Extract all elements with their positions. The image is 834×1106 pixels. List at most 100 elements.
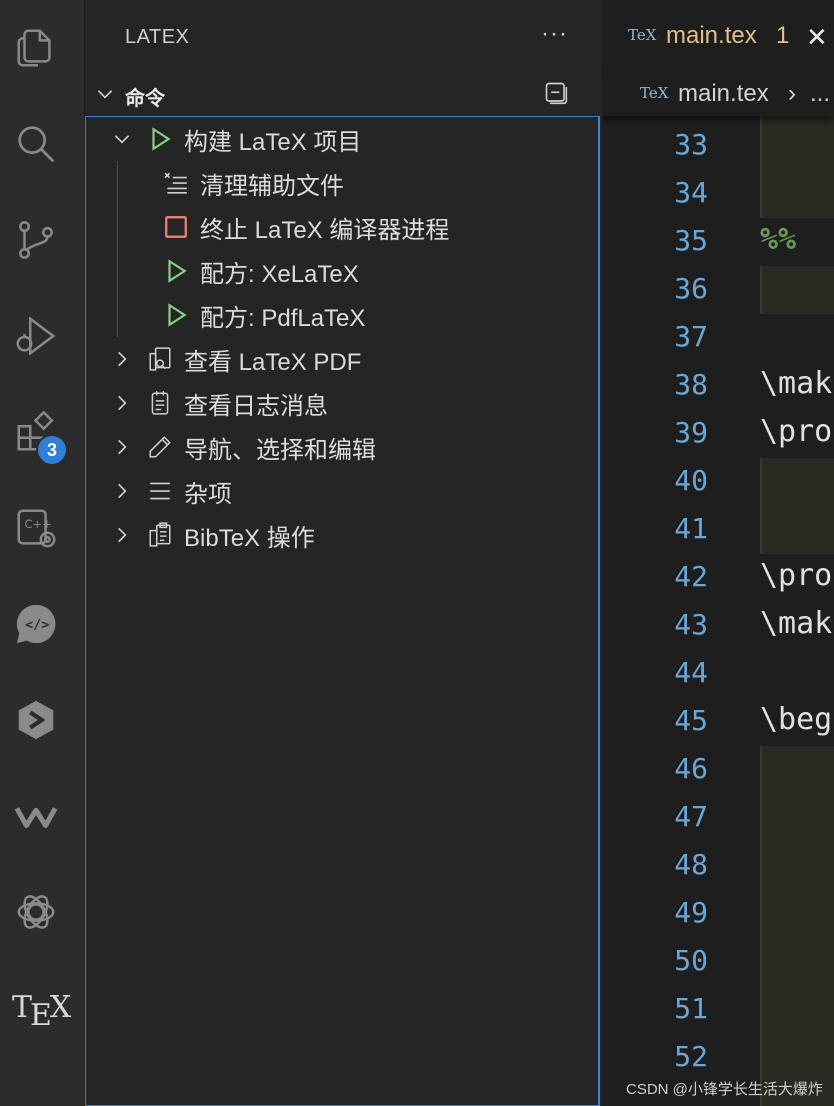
chevron-right-icon: ›	[788, 80, 796, 107]
tree-item-view-pdf[interactable]: 查看 LaTeX PDF	[110, 337, 361, 381]
line-number: 44	[674, 656, 708, 689]
line-number: 39	[674, 416, 708, 449]
tree-item-label: 配方: PdfLaTeX	[200, 304, 366, 332]
watermark: CSDN @小锋学长生活大爆炸	[626, 1081, 823, 1098]
code-line-42[interactable]: \pro	[760, 558, 832, 593]
tree-item-label: 查看日志消息	[184, 392, 328, 420]
line-number: 37	[674, 320, 708, 353]
chevron-down-icon	[110, 127, 134, 151]
run-debug-icon[interactable]	[10, 310, 62, 362]
explorer-icon[interactable]	[10, 22, 62, 74]
line-number: 48	[674, 848, 708, 881]
open-preview-icon	[146, 345, 174, 373]
play-icon	[146, 125, 174, 153]
tree-item-misc[interactable]: 杂项	[110, 469, 232, 513]
play-icon	[162, 301, 190, 329]
tree-item-label: 杂项	[184, 480, 232, 508]
chevron-right-icon	[110, 347, 134, 371]
deploy-icon[interactable]	[10, 694, 62, 746]
chevron-down-icon	[95, 84, 115, 109]
breadcrumb-file[interactable]: main.tex	[678, 80, 769, 108]
tex-icon[interactable]: TEX	[12, 990, 71, 1033]
line-number: 47	[674, 800, 708, 833]
breadcrumb: TeX main.tex › ...	[602, 74, 834, 116]
tab-label: main.tex	[666, 22, 757, 49]
tex-logo-x: X	[49, 990, 71, 1025]
close-icon[interactable]: ✕	[806, 22, 828, 53]
code-line-39[interactable]: \pro	[760, 414, 832, 449]
live-share-icon[interactable]: </>	[10, 598, 62, 650]
line-number: 40	[674, 464, 708, 497]
list-icon	[146, 477, 174, 505]
indent-block	[760, 116, 834, 218]
tex-file-icon: TeX	[628, 26, 657, 44]
tex-file-icon: TeX	[640, 84, 669, 102]
line-number: 45	[674, 704, 708, 737]
tree-item-build[interactable]: 构建 LaTeX 项目	[110, 117, 361, 161]
line-number: 34	[674, 176, 708, 209]
code-line-43[interactable]: \mak	[760, 606, 832, 641]
line-number: 46	[674, 752, 708, 785]
chevron-right-icon	[110, 523, 134, 547]
line-number: 38	[674, 368, 708, 401]
chevron-right-icon	[110, 479, 134, 503]
tree-item-kill[interactable]: 终止 LaTeX 编译器进程	[162, 205, 449, 249]
tree-indent-guide	[117, 161, 118, 337]
cpp-config-icon[interactable]: C++	[10, 502, 62, 554]
tree-item-clean[interactable]: 清理辅助文件	[162, 161, 344, 205]
activity-bar: 3 C++ </> TEX	[0, 0, 85, 1106]
commands-section-header[interactable]: 命令	[85, 74, 602, 114]
play-icon	[162, 257, 190, 285]
line-number: 36	[674, 272, 708, 305]
more-actions-button[interactable]: ···	[541, 20, 568, 48]
svg-text:C++: C++	[25, 517, 52, 531]
line-number: 33	[674, 128, 708, 161]
line-number: 50	[674, 944, 708, 977]
tree-item-label: 导航、选择和编辑	[184, 436, 376, 464]
tree-item-label: 构建 LaTeX 项目	[184, 128, 362, 156]
tab-bar: TeX main.tex 1 ✕	[602, 0, 834, 74]
indent-block	[760, 266, 834, 314]
breadcrumb-more[interactable]: ...	[810, 80, 830, 108]
line-number: 49	[674, 896, 708, 929]
commands-tree: 构建 LaTeX 项目 清理辅助文件 终止 LaTeX 编译器进程 配方: Xe…	[85, 116, 600, 1106]
tree-item-navigate[interactable]: 导航、选择和编辑	[110, 425, 376, 469]
openai-icon[interactable]	[10, 886, 62, 938]
indent-block	[760, 458, 834, 554]
clear-all-icon	[162, 169, 190, 197]
code-line-38[interactable]: \mak	[760, 366, 832, 401]
tree-item-recipe-xelatex[interactable]: 配方: XeLaTeX	[162, 249, 359, 293]
latex-sidebar: LATEX ··· 命令 构建 LaTeX 项目 清理辅助文件 终止 LaTeX…	[85, 0, 602, 1106]
tree-item-bibtex[interactable]: BibTeX 操作	[110, 513, 315, 557]
line-number: 42	[674, 560, 708, 593]
tree-item-recipe-pdflatex[interactable]: 配方: PdfLaTeX	[162, 293, 365, 337]
notebook-icon	[146, 389, 174, 417]
indent-block	[760, 746, 834, 1106]
chevron-right-icon	[110, 391, 134, 415]
editor-area: TeX main.tex 1 ✕ TeX main.tex › ... 33 3…	[602, 0, 834, 1106]
source-control-icon[interactable]	[10, 214, 62, 266]
tex-logo-t: T	[12, 990, 32, 1025]
code-line-45[interactable]: \beg	[760, 702, 832, 737]
tree-item-label: BibTeX 操作	[184, 524, 315, 552]
tree-item-label: 配方: XeLaTeX	[200, 260, 359, 288]
tree-item-label: 清理辅助文件	[200, 172, 344, 200]
line-number: 51	[674, 992, 708, 1025]
extensions-badge: 3	[36, 434, 68, 466]
wakatime-icon[interactable]	[10, 790, 62, 842]
tree-item-label: 查看 LaTeX PDF	[184, 348, 362, 376]
problem-count-badge: 1	[776, 22, 790, 49]
edit-icon	[146, 433, 174, 461]
collapse-all-button[interactable]	[543, 80, 571, 108]
chevron-right-icon	[110, 435, 134, 459]
line-number: 52	[674, 1040, 708, 1073]
code-line-35[interactable]: %%	[760, 222, 796, 257]
search-icon[interactable]	[10, 118, 62, 170]
clipboard-copy-icon	[146, 521, 174, 549]
tree-item-label: 终止 LaTeX 编译器进程	[200, 216, 450, 244]
stop-icon	[162, 213, 190, 241]
tree-item-view-log[interactable]: 查看日志消息	[110, 381, 328, 425]
sidebar-title: LATEX	[125, 26, 190, 48]
tex-logo-e: E	[30, 998, 52, 1033]
tab-main-tex[interactable]: TeX main.tex 1 ✕	[602, 0, 834, 74]
